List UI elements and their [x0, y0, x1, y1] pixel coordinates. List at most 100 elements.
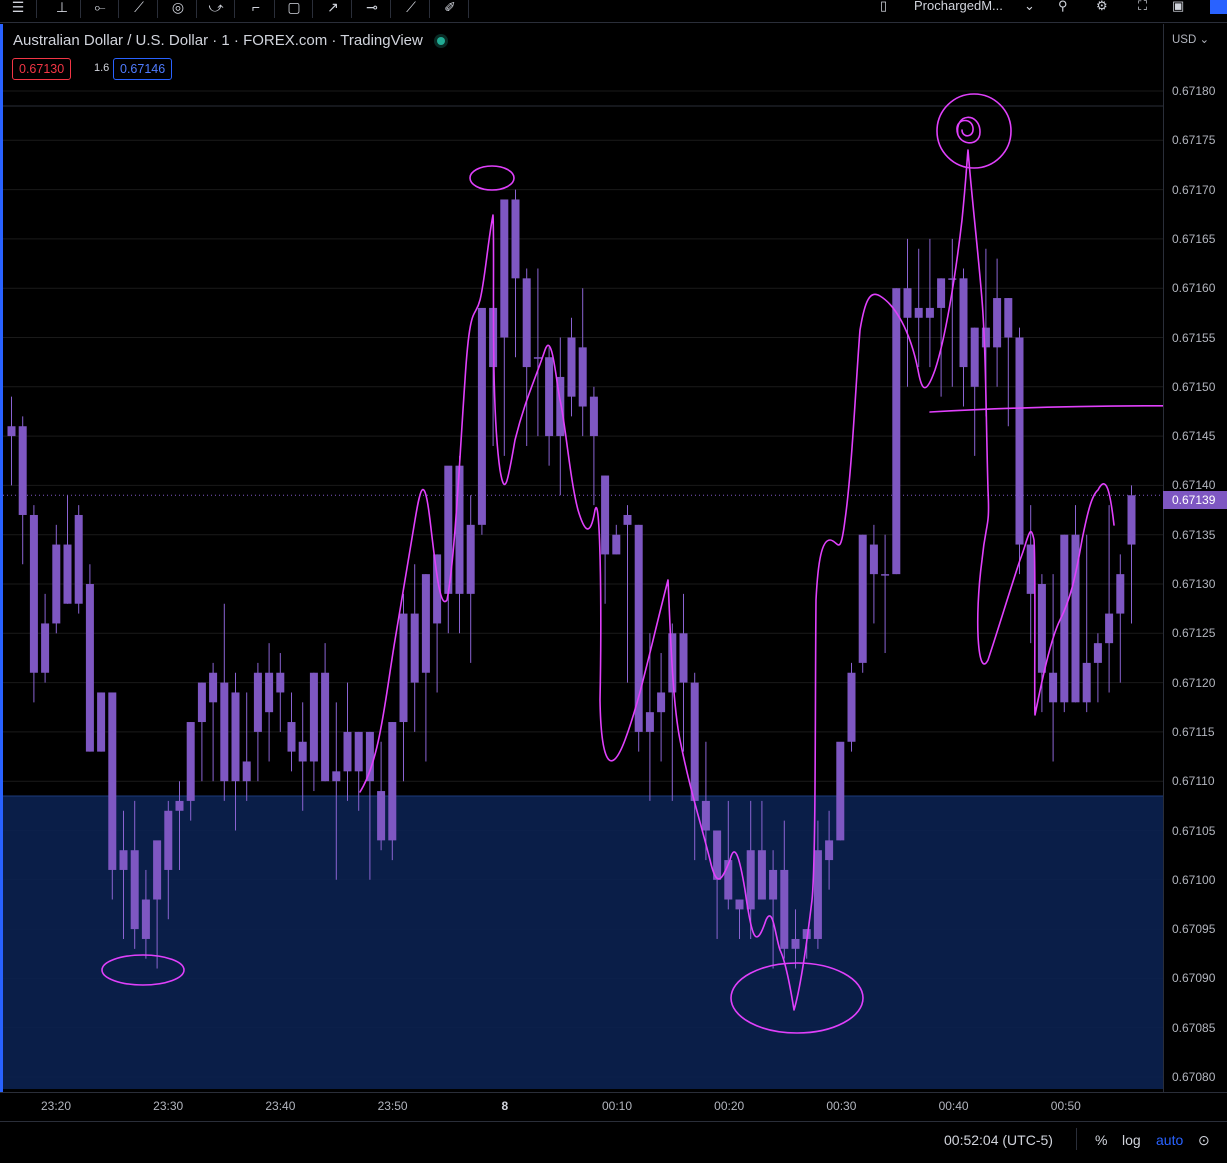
high-circle-annotation [469, 165, 515, 191]
price-axis-label: 0.67105 [1172, 823, 1216, 838]
price-axis-label: 0.67080 [1172, 1070, 1216, 1084]
candle-body [892, 288, 901, 575]
menu-icon[interactable]: ☰ [0, 0, 37, 18]
candle-body [41, 623, 50, 673]
candle-body [623, 514, 632, 525]
price-axis-label: 0.67180 [1172, 84, 1216, 98]
arrow-icon[interactable]: ↗ [315, 0, 352, 18]
candle-body [757, 850, 766, 900]
price-axis-label: 0.67115 [1172, 724, 1215, 739]
market-open-icon [436, 37, 445, 46]
candle-body [589, 396, 598, 437]
sell-price-button[interactable]: 0.67130 [12, 58, 72, 80]
currency-label: USD [1172, 34, 1197, 46]
price-axis-label: 0.67100 [1172, 872, 1216, 887]
currency-selector[interactable]: USD ⌄ [1172, 32, 1209, 46]
price-axis-label: 0.67095 [1172, 922, 1216, 937]
price-axis-label: 0.67130 [1172, 577, 1216, 591]
candle-body [399, 613, 408, 723]
price-axis-label: 0.67175 [1172, 133, 1216, 148]
symbol-title[interactable]: Australian Dollar / U.S. Dollar · 1 · FO… [13, 32, 423, 49]
price-axis-label: 0.67165 [1172, 231, 1216, 246]
candle-body [186, 722, 195, 801]
auto-toggle[interactable]: auto [1156, 1132, 1183, 1148]
drawing-toolbar: ☰ ⊥ ⟜ ⟋ ◎ ⤻ ⌐ ▢ ↗ ⊸ ⟋ ✐ ▯ ProchargedM...… [0, 0, 1227, 20]
candle-body [791, 938, 800, 949]
candle-body [533, 357, 542, 359]
settings-icon[interactable]: ⊙ [1198, 1132, 1210, 1149]
candle-body [522, 278, 531, 368]
search-icon[interactable]: ⚲ [1058, 0, 1068, 18]
ray-icon[interactable]: ⟋ [393, 0, 430, 18]
candle-body [881, 574, 890, 576]
camera-icon[interactable]: ▣ [1172, 0, 1184, 18]
time-axis-label: 23:50 [377, 1099, 408, 1113]
time-axis-label: 00:30 [826, 1099, 857, 1113]
candle-body [455, 465, 464, 594]
candle-body [141, 899, 150, 939]
candle-body [343, 731, 352, 772]
time-axis-label: 23:40 [265, 1099, 296, 1113]
candle-body [836, 741, 845, 841]
price-axis-label: 0.67110 [1172, 774, 1215, 789]
candle-body [1082, 662, 1091, 703]
demand-zone [3, 795, 1163, 1089]
clock-timezone[interactable]: 00:52:04 (UTC-5) [944, 1132, 1053, 1148]
bottom-divider [1076, 1128, 1077, 1150]
candle-body [679, 633, 688, 683]
brush-icon[interactable]: ⟋ [121, 0, 158, 18]
current-price-tag: 0.67139 [1163, 491, 1227, 509]
candle-body [903, 288, 912, 318]
symbol-legend[interactable]: Australian Dollar / U.S. Dollar · 1 · FO… [13, 32, 445, 49]
log-toggle[interactable]: log [1122, 1132, 1141, 1148]
candle-body [1037, 584, 1046, 673]
candle-body [119, 850, 128, 870]
candle-body [220, 682, 229, 782]
candle-body [578, 347, 587, 407]
candle-body [466, 524, 475, 594]
rectangle-icon[interactable]: ▢ [276, 0, 313, 18]
callout-icon[interactable]: ⌐ [238, 0, 275, 18]
candle-body [937, 278, 946, 308]
candle-body [869, 544, 878, 575]
price-axis-label: 0.67135 [1172, 527, 1216, 542]
price-axis-label: 0.67090 [1172, 971, 1216, 986]
candle-body [85, 584, 94, 752]
buy-price-button[interactable]: 0.67146 [113, 58, 173, 80]
candle-body [130, 850, 139, 930]
candle-body [701, 800, 710, 831]
measure-icon[interactable]: ◎ [160, 0, 197, 18]
resistance-line-annotation [929, 405, 1163, 413]
candle-body [847, 672, 856, 742]
candle-body [231, 692, 240, 782]
candle-body [377, 791, 386, 841]
layout-name[interactable]: ProchargedM... [914, 0, 1003, 18]
candle-body [511, 199, 520, 279]
candle-body [970, 327, 979, 387]
candle-body [1015, 337, 1024, 545]
candle-body [410, 613, 419, 683]
fullscreen-icon[interactable]: ⛶ [1138, 0, 1147, 18]
candle-body [813, 850, 822, 939]
publish-button[interactable] [1210, 0, 1227, 14]
candle-body [645, 712, 654, 732]
candle-body [332, 771, 341, 782]
trend-line-icon[interactable]: ⟜ [82, 0, 119, 18]
percent-toggle[interactable]: % [1095, 1132, 1107, 1148]
time-axis-label: 23:30 [153, 1099, 184, 1113]
candle-body [18, 426, 27, 515]
horizontal-line-icon[interactable]: ⊸ [354, 0, 391, 18]
time-axis-label: 23:20 [40, 1099, 72, 1113]
chart-pane[interactable] [3, 24, 1163, 1092]
candle-body [354, 731, 363, 772]
chevron-down-icon[interactable]: ⌄ [1024, 0, 1035, 18]
layout-icon[interactable]: ▯ [880, 0, 887, 18]
eraser-icon[interactable]: ✐ [432, 0, 469, 18]
price-chart[interactable] [3, 24, 1163, 1092]
candle-body [1116, 574, 1125, 614]
candle-body [298, 741, 307, 762]
cursor-icon[interactable]: ⊥ [44, 0, 81, 18]
gear-icon[interactable]: ⚙ [1096, 0, 1108, 18]
pattern-icon[interactable]: ⤻ [198, 0, 235, 18]
candle-body [612, 534, 621, 555]
